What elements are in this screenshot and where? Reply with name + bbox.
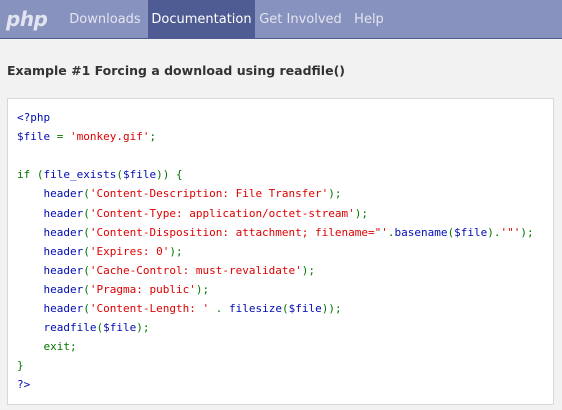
code-token: ; <box>149 130 157 144</box>
code-token: header <box>43 225 84 239</box>
code-token: $file <box>103 321 137 335</box>
code-token: file_exists <box>43 168 117 182</box>
code-token: ); <box>520 225 534 239</box>
code-line: header('Content-Type: application/octet-… <box>17 206 369 221</box>
code-token: ( <box>83 302 90 315</box>
code-token: filesize <box>228 302 282 315</box>
example-title: Example #1 Forcing a download using read… <box>7 63 346 78</box>
code-token: $file <box>454 225 488 239</box>
code-line: if (file_exists($file)) { <box>17 168 183 182</box>
code-line: $file = 'monkey.gif'; <box>17 130 156 144</box>
code-line: } <box>17 359 24 373</box>
code-token: $file <box>288 302 322 315</box>
code-token: ( <box>83 263 90 277</box>
code-token: 'Cache-Control: must-revalidate' <box>89 263 302 277</box>
code-line: <?php <box>17 111 50 125</box>
code-token: ( <box>281 302 289 315</box>
code-token: ); <box>328 187 342 201</box>
code-line: header('Content-Description: File Transf… <box>17 187 342 201</box>
code-token: ); <box>301 263 316 277</box>
code-line: header('Content-Disposition: attachment;… <box>17 226 534 240</box>
nav-help[interactable]: Help <box>346 0 392 39</box>
nav-get-involved[interactable]: Get Involved <box>255 0 346 39</box>
code-token: ). <box>487 225 501 239</box>
nav-documentation[interactable]: Documentation <box>148 0 255 39</box>
code-token: 'Content-Description: File Transfer' <box>89 187 329 201</box>
code-token: } <box>17 359 24 373</box>
code-token: ( <box>83 225 90 239</box>
code-token: '"' <box>500 225 521 239</box>
code-token: header <box>43 244 84 258</box>
code-line: header('Content-Length: ' . filesize($fi… <box>17 302 342 316</box>
code-line: readfile($file); <box>17 321 150 335</box>
code-line: exit; <box>17 340 77 354</box>
code-block: <?php $file = 'monkey.gif'; if (file_exist… <box>7 98 554 405</box>
nav-downloads[interactable]: Downloads <box>62 0 148 39</box>
code-token: basename <box>394 225 448 239</box>
top-navbar: php Downloads Documentation Get Involved… <box>0 0 562 39</box>
code-token: header <box>43 302 84 315</box>
code-token: ?> <box>17 378 31 392</box>
code-token: header <box>43 263 84 277</box>
code-token: 'Content-Length: ' <box>89 302 210 315</box>
code-token: header <box>43 206 84 220</box>
code-token: ( <box>83 187 90 201</box>
code-token: ); <box>136 321 150 335</box>
code-token: ); <box>354 206 369 220</box>
code-token: $file <box>17 130 51 144</box>
code-token: header <box>43 282 84 296</box>
code-token: 'Expires: 0' <box>89 244 170 258</box>
code-token: = <box>50 130 70 144</box>
code-token: ( <box>83 206 90 220</box>
code-token: ( <box>83 282 90 296</box>
code-token: 'Content-Type: application/octet-stream' <box>89 206 355 220</box>
code-line: ?> <box>17 378 30 392</box>
code-token: ); <box>169 244 183 258</box>
code-token: if ( <box>17 168 44 182</box>
code-token: <?php <box>17 111 51 124</box>
code-line: header('Cache-Control: must-revalidate')… <box>17 263 316 278</box>
code-token: readfile <box>43 321 97 335</box>
code-token: )); <box>321 302 342 315</box>
code-token: . <box>209 302 229 315</box>
php-logo[interactable]: php <box>6 5 48 33</box>
code-token: exit; <box>43 340 77 354</box>
code-token: 'Pragma: public' <box>89 282 196 296</box>
code-token: ( <box>116 168 123 182</box>
code-line: header('Expires: 0'); <box>17 245 183 259</box>
code-token: 'Content-Disposition: attachment; filena… <box>89 225 388 239</box>
code-token: )) { <box>156 168 183 182</box>
code-token: $file <box>122 168 157 182</box>
code-token: 'monkey.gif' <box>70 130 150 144</box>
code-line: header('Pragma: public'); <box>17 282 210 297</box>
code-token: ); <box>195 282 210 296</box>
code-token: . <box>387 225 395 239</box>
code-token: ( <box>83 244 90 258</box>
code-token: header <box>43 187 84 201</box>
